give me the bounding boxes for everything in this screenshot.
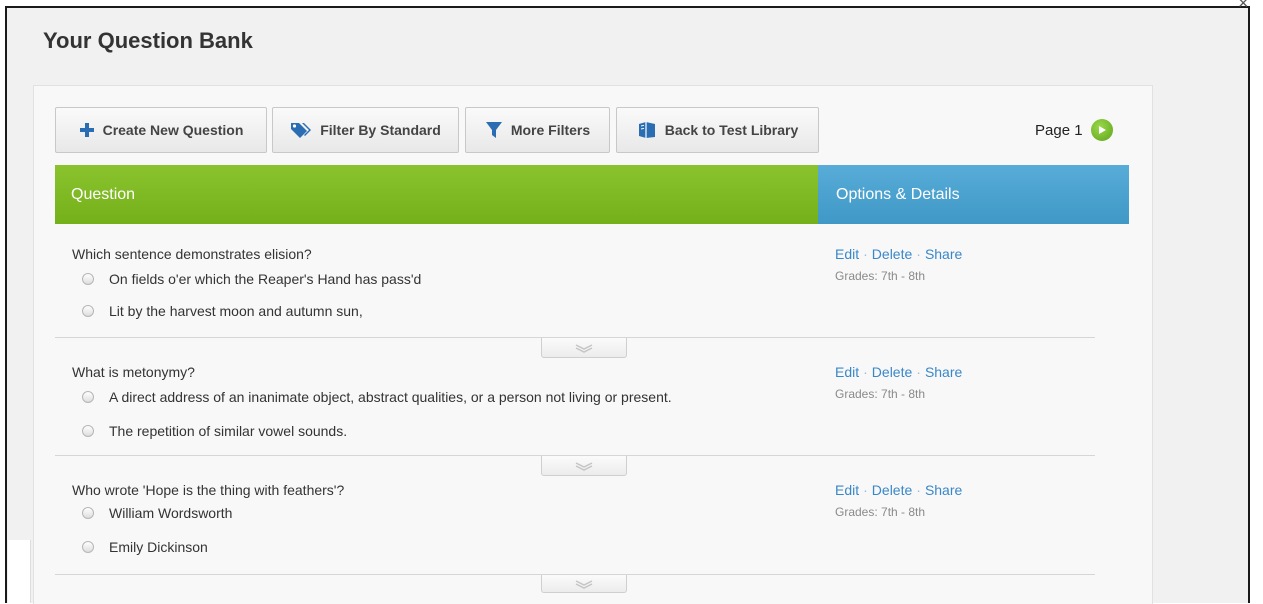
more-filters-button[interactable]: More Filters [465,107,610,153]
question-row: Who wrote 'Hope is the thing with feathe… [55,473,1095,593]
window-border-right [1248,6,1250,603]
action-separator: · [863,482,868,498]
book-icon [637,121,657,139]
action-separator: · [916,246,921,262]
answer-option-text: On fields o'er which the Reaper's Hand h… [109,271,422,287]
share-link[interactable]: Share [925,246,962,262]
question-actions: Edit · Delete · Share [835,246,962,262]
back-to-test-library-label: Back to Test Library [664,122,799,138]
question-row: Which sentence demonstrates elision? On … [55,237,1095,358]
answer-option-text: A direct address of an inanimate object,… [109,389,672,405]
create-new-question-label: Create New Question [102,122,244,138]
edit-link[interactable]: Edit [835,364,859,380]
answer-option: William Wordsworth [82,505,232,521]
question-column-header: Question [55,165,818,224]
question-actions: Edit · Delete · Share [835,364,962,380]
page-label: Page 1 [1035,121,1083,139]
answer-radio[interactable] [82,305,94,317]
answer-radio[interactable] [82,425,94,437]
answer-radio[interactable] [82,507,94,519]
action-separator: · [916,364,921,380]
share-link[interactable]: Share [925,364,962,380]
filter-by-standard-button[interactable]: Filter By Standard [272,107,459,153]
play-icon [1098,126,1106,134]
plus-icon [79,122,95,138]
more-filters-label: More Filters [510,122,591,138]
delete-link[interactable]: Delete [872,246,912,262]
question-text: Which sentence demonstrates elision? [72,246,312,262]
close-icon[interactable]: × [1238,0,1249,12]
answer-option-text: The repetition of similar vowel sounds. [109,423,348,439]
next-page-button[interactable] [1090,119,1113,141]
options-details-column-header: Options & Details [818,165,1129,224]
filter-by-standard-label: Filter By Standard [320,122,441,138]
answer-option: On fields o'er which the Reaper's Hand h… [82,271,421,287]
chevron-down-icon [575,461,593,471]
action-separator: · [916,482,921,498]
funnel-icon [485,121,503,139]
grades-label: Grades: 7th - 8th [835,505,926,519]
chevron-down-icon [575,343,593,353]
share-link[interactable]: Share [925,482,962,498]
create-new-question-button[interactable]: Create New Question [55,107,267,153]
answer-option-text: Emily Dickinson [109,539,208,555]
delete-link[interactable]: Delete [872,364,912,380]
action-separator: · [863,364,868,380]
question-text: Who wrote 'Hope is the thing with feathe… [72,482,345,498]
background-panel-edge [8,540,31,603]
answer-option-text: William Wordsworth [109,505,233,521]
answer-option: Lit by the harvest moon and autumn sun, [82,303,363,319]
question-actions: Edit · Delete · Share [835,482,962,498]
back-to-test-library-button[interactable]: Back to Test Library [616,107,819,153]
answer-option-text: Lit by the harvest moon and autumn sun, [109,303,363,319]
answer-option: The repetition of similar vowel sounds. [82,423,347,439]
tags-icon [290,121,312,139]
answer-option: A direct address of an inanimate object,… [82,389,672,405]
grades-label: Grades: 7th - 8th [835,269,926,283]
answer-radio[interactable] [82,391,94,403]
answer-radio[interactable] [82,273,94,285]
edit-link[interactable]: Edit [835,482,859,498]
answer-option: Emily Dickinson [82,539,208,555]
delete-link[interactable]: Delete [872,482,912,498]
edit-link[interactable]: Edit [835,246,859,262]
question-row: What is metonymy? A direct address of an… [55,355,1095,476]
expand-question-button[interactable] [541,575,627,593]
action-separator: · [863,246,868,262]
pagination: Page 1 [1035,118,1113,142]
answer-radio[interactable] [82,541,94,553]
page-title: Your Question Bank [43,28,253,53]
grades-label: Grades: 7th - 8th [835,387,926,401]
chevron-down-icon [575,579,593,589]
question-text: What is metonymy? [72,364,195,380]
